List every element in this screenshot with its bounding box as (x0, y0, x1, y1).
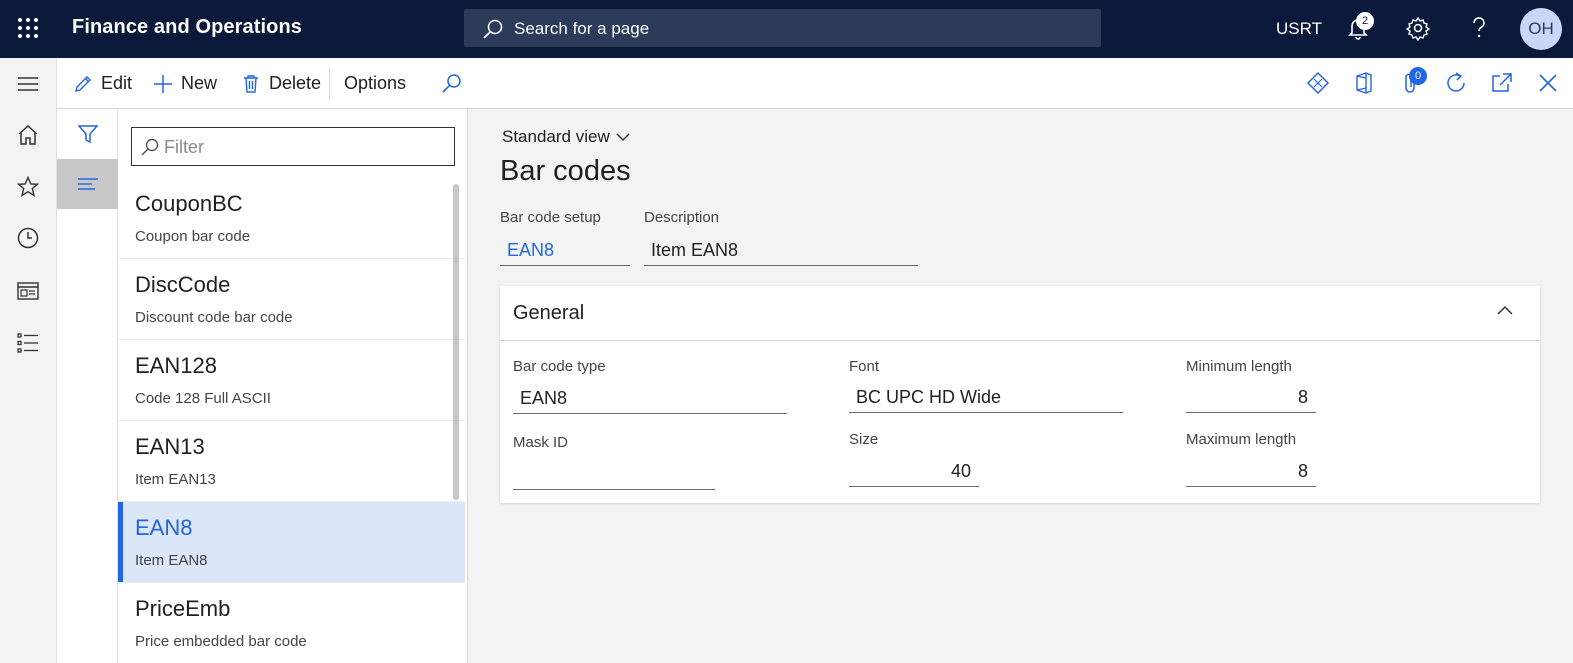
navigation-rail (0, 58, 57, 663)
size-field[interactable]: 40 (849, 457, 979, 487)
search-icon (483, 19, 503, 39)
bar-code-setup-label: Bar code setup (500, 209, 601, 226)
edit-label: Edit (101, 73, 133, 93)
delete-button[interactable]: Delete (241, 58, 321, 109)
list-item-subtitle: Item EAN13 (135, 471, 216, 488)
edit-button[interactable]: Edit (73, 58, 132, 109)
list-scrollbar[interactable] (453, 184, 459, 500)
action-search-icon[interactable] (439, 71, 465, 97)
list-filter-strip (57, 109, 118, 663)
minimum-length-field[interactable]: 8 (1186, 383, 1316, 413)
waffle-icon[interactable] (16, 16, 40, 40)
view-selector[interactable]: Standard view (502, 127, 630, 147)
help-icon[interactable] (1465, 14, 1493, 42)
page-search-box[interactable]: Search for a page (464, 9, 1101, 47)
page-title: Bar codes (500, 155, 631, 187)
action-pane: Edit New Delete Options 0 (57, 58, 1573, 109)
general-fasttab-header[interactable]: General (500, 286, 1540, 341)
list-view-icon (78, 178, 98, 190)
size-label: Size (849, 431, 879, 448)
font-label: Font (849, 358, 880, 375)
refresh-icon[interactable] (1443, 70, 1469, 96)
search-placeholder: Search for a page (514, 19, 650, 38)
general-fasttab: General Bar code type EAN8 Mask ID Font … (500, 286, 1540, 503)
list-icon[interactable] (16, 331, 40, 355)
delete-label: Delete (269, 73, 322, 93)
record-list-panel: CouponBC Coupon bar code DiscCode Discou… (118, 109, 468, 663)
options-tab[interactable]: Options (344, 58, 406, 109)
list-item-title: EAN13 (135, 434, 205, 459)
filter-icon[interactable] (77, 123, 99, 145)
mask-id-label: Mask ID (513, 434, 569, 451)
options-label: Options (344, 73, 407, 93)
plus-icon (154, 74, 172, 93)
new-button[interactable]: New (153, 58, 217, 109)
app-title[interactable]: Finance and Operations (72, 16, 302, 39)
company-picker[interactable]: USRT (1276, 19, 1322, 39)
new-label: New (181, 73, 218, 93)
avatar[interactable]: OH (1520, 8, 1562, 50)
pencil-icon (75, 75, 91, 92)
notification-badge: 2 (1356, 12, 1374, 30)
list-item-subtitle: Code 128 Full ASCII (135, 390, 271, 407)
description-label: Description (644, 209, 720, 226)
description-field[interactable]: Item EAN8 (644, 236, 918, 266)
details-pane: Standard view Bar codes Bar code setup E… (469, 109, 1573, 663)
filter-box[interactable] (131, 127, 455, 166)
list-item-subtitle: Coupon bar code (135, 228, 251, 245)
list-item[interactable]: CouponBC Coupon bar code (118, 178, 465, 259)
trash-icon (244, 74, 258, 93)
clock-icon[interactable] (16, 226, 40, 250)
mask-id-field[interactable] (513, 460, 715, 490)
list-item-title: DiscCode (135, 272, 231, 297)
list-item-title: PriceEmb (135, 596, 231, 621)
office-icon[interactable] (1351, 70, 1377, 96)
list-item[interactable]: DiscCode Discount code bar code (118, 259, 465, 340)
open-new-icon[interactable] (1489, 70, 1515, 96)
minimum-length-label: Minimum length (1186, 358, 1292, 375)
maximum-length-label: Maximum length (1186, 431, 1297, 448)
action-pane-divider (329, 68, 330, 100)
filter-search-icon (141, 138, 159, 156)
gear-icon[interactable] (1404, 14, 1432, 42)
list-item-subtitle: Item EAN8 (135, 552, 208, 569)
list-item[interactable]: EAN13 Item EAN13 (118, 421, 465, 502)
home-icon[interactable] (16, 123, 40, 147)
list-item[interactable]: PriceEmb Price embedded bar code (118, 583, 465, 663)
list-view-toggle[interactable] (57, 159, 118, 209)
attachments-badge: 0 (1409, 67, 1427, 85)
list-item-title: CouponBC (135, 191, 243, 216)
general-fasttab-title: General (513, 302, 585, 324)
list-item-title: EAN8 (135, 515, 193, 540)
hamburger-icon[interactable] (16, 72, 40, 96)
close-icon[interactable] (1535, 70, 1561, 96)
chevron-up-icon[interactable] (1496, 304, 1514, 316)
list-item-subtitle: Discount code bar code (135, 309, 293, 326)
diamond-icon[interactable] (1305, 70, 1331, 96)
font-field[interactable]: BC UPC HD Wide (849, 383, 1123, 413)
bar-code-type-label: Bar code type (513, 358, 606, 375)
list-item-selected[interactable]: EAN8 Item EAN8 (118, 502, 465, 583)
list-item[interactable]: EAN128 Code 128 Full ASCII (118, 340, 465, 421)
top-bar: Finance and Operations Search for a page… (0, 0, 1573, 58)
chevron-down-icon (616, 133, 630, 142)
view-label: Standard view (502, 127, 610, 146)
bar-code-type-field[interactable]: EAN8 (513, 384, 787, 414)
list-item-title: EAN128 (135, 353, 217, 378)
maximum-length-field[interactable]: 8 (1186, 457, 1316, 487)
star-icon[interactable] (16, 175, 40, 199)
workspace-icon[interactable] (16, 279, 40, 303)
filter-input[interactable] (164, 134, 444, 160)
bar-code-setup-field[interactable]: EAN8 (500, 236, 630, 266)
list-item-subtitle: Price embedded bar code (135, 633, 307, 650)
